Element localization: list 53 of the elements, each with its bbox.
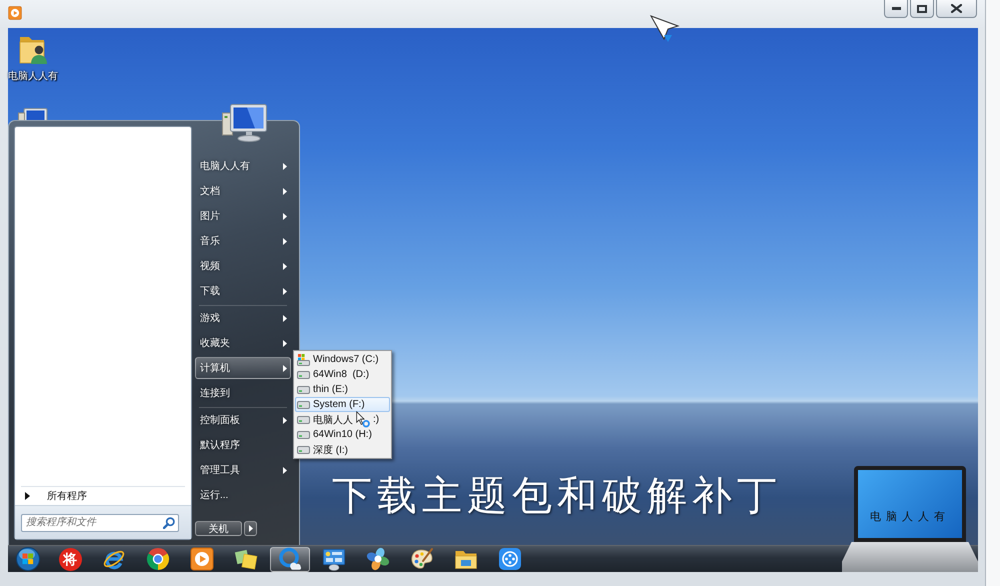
drive-menu-item[interactable]: Windows7 (C:): [295, 352, 390, 367]
close-icon: [951, 4, 962, 13]
dashboard-icon: [322, 547, 346, 571]
menu-item[interactable]: 收藏夹: [195, 332, 291, 354]
taskbar-button[interactable]: [270, 546, 310, 572]
pointer-cursor-icon: [650, 15, 680, 43]
caption-text: 下载主题包和破解补丁: [332, 472, 782, 520]
search-field[interactable]: 搜索程序和文件: [21, 514, 179, 532]
menu-item[interactable]: 计算机: [195, 357, 291, 379]
drive-icon: [297, 430, 310, 438]
drive-menu-item[interactable]: thin (E:): [295, 382, 390, 397]
menu-item[interactable]: 运行...: [195, 484, 291, 506]
shutdown-button[interactable]: 关机: [195, 521, 242, 536]
maximize-button[interactable]: [910, 0, 934, 18]
menu-item[interactable]: 管理工具: [195, 459, 291, 481]
menu-item[interactable]: 电脑人人有: [195, 155, 291, 177]
menu-item[interactable]: 默认程序: [195, 434, 291, 456]
minimize-button[interactable]: [884, 0, 908, 18]
video-player-icon: [8, 6, 22, 20]
start-orb-icon: [16, 547, 40, 571]
logo-text: 电脑人人有: [870, 510, 950, 524]
palette-icon: [410, 547, 434, 571]
menu-item[interactable]: 视频: [195, 255, 291, 277]
icon-label: 电脑人人有: [8, 70, 58, 83]
drive-icon: [297, 370, 310, 378]
expand-arrow-icon: [25, 492, 30, 500]
search-icon: [163, 516, 175, 528]
menu-item[interactable]: 音乐: [195, 230, 291, 252]
drive-menu-item[interactable]: 64Win8 (D:): [295, 367, 390, 382]
menu-item[interactable]: 连接到: [195, 382, 291, 404]
maximize-icon: [917, 4, 927, 12]
drive-menu-item[interactable]: System (F:): [295, 397, 390, 412]
sticky-notes-icon: [234, 547, 258, 571]
cloud-app-icon: [278, 547, 302, 571]
caret-icon: [248, 525, 252, 532]
drive-icon: [297, 400, 310, 408]
close-button[interactable]: [936, 0, 977, 18]
drive-menu-item[interactable]: 电脑人人 :): [295, 412, 390, 427]
drive-icon: [297, 416, 310, 424]
minimize-icon: [892, 7, 900, 10]
busy-cursor-icon: [356, 411, 370, 428]
drive-menu-item[interactable]: 64Win10 (H:): [295, 427, 390, 442]
menu-item[interactable]: 文档: [195, 180, 291, 202]
menu-item[interactable]: 下载: [195, 280, 291, 302]
drive-icon: [297, 446, 310, 454]
computer-icon[interactable]: [18, 108, 48, 120]
drive-icon: [297, 386, 310, 394]
menu-item[interactable]: 游戏: [195, 307, 291, 329]
shutdown-options-button[interactable]: [244, 521, 257, 536]
menu-item[interactable]: 图片: [195, 205, 291, 227]
drive-menu-item[interactable]: 深度 (I:): [295, 442, 390, 457]
system-drive-icon: [297, 354, 310, 366]
menu-item[interactable]: 控制面板: [195, 409, 291, 431]
